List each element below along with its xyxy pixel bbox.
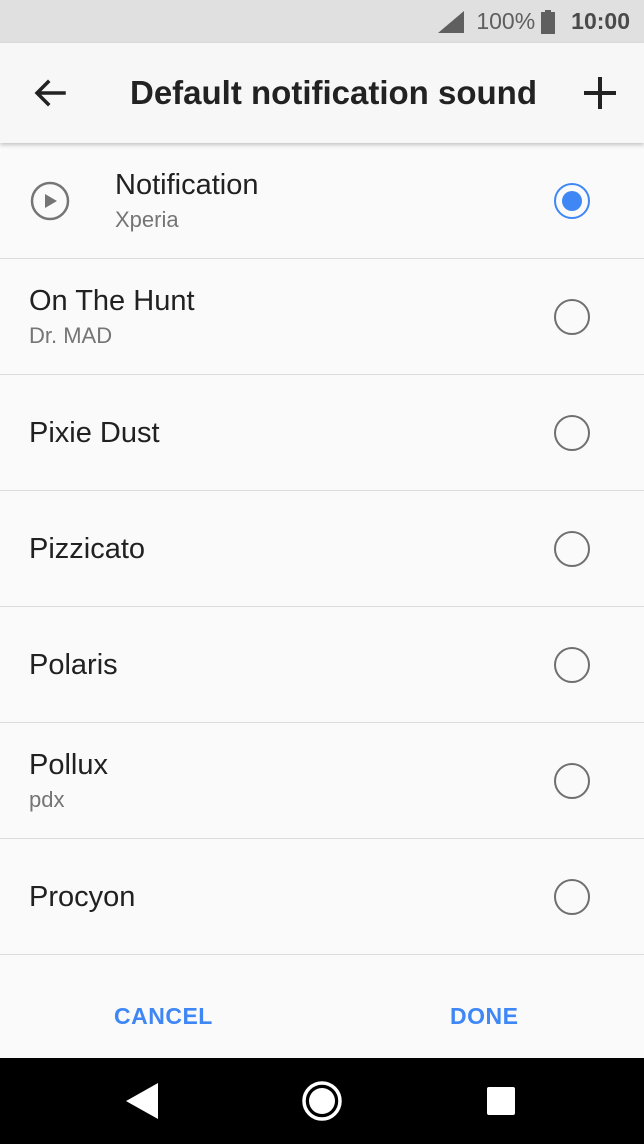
sound-subtitle: Dr. MAD (29, 322, 113, 348)
app-bar: Default notification sound (0, 43, 644, 143)
sound-item-polaris[interactable]: Polaris (0, 607, 644, 723)
add-sound-button[interactable] (556, 43, 644, 143)
clock: 10:00 (571, 8, 630, 34)
navigation-bar (0, 1058, 644, 1144)
arrow-left-icon (34, 79, 66, 107)
sound-name: Pollux (29, 748, 108, 781)
done-button[interactable]: DONE (450, 1003, 518, 1030)
sound-item-on-the-hunt[interactable]: On The Hunt Dr. MAD (0, 259, 644, 375)
plus-icon (584, 77, 616, 109)
radio-button[interactable] (554, 414, 590, 451)
sound-item-pizzicato[interactable]: Pizzicato (0, 491, 644, 607)
sound-item-pollux[interactable]: Pollux pdx (0, 723, 644, 839)
sound-subtitle: Xperia (115, 206, 179, 232)
radio-button[interactable] (554, 298, 590, 335)
sound-name: Pizzicato (29, 532, 146, 565)
sound-name: Procyon (29, 880, 136, 913)
dialog-actions: CANCEL DONE (0, 975, 644, 1058)
back-triangle-icon[interactable] (126, 1083, 158, 1119)
radio-button[interactable] (554, 878, 590, 915)
radio-button[interactable] (554, 762, 590, 799)
page-title: Default notification sound (130, 74, 537, 111)
home-circle-icon[interactable] (301, 1080, 343, 1122)
signal-icon (438, 10, 465, 33)
sound-name: On The Hunt (29, 284, 195, 317)
sound-subtitle: pdx (29, 786, 65, 812)
battery-icon (541, 9, 556, 34)
cancel-button[interactable]: CANCEL (114, 1003, 213, 1030)
sound-list: Notification Xperia On The Hunt Dr. MAD … (0, 143, 644, 955)
sound-item-notification[interactable]: Notification Xperia (0, 143, 644, 259)
radio-button[interactable] (554, 646, 590, 683)
back-button[interactable] (0, 43, 100, 143)
sound-name: Polaris (29, 648, 118, 681)
status-bar: 100% 10:00 (0, 0, 644, 43)
battery-percent: 100% (476, 8, 536, 34)
sound-item-procyon[interactable]: Procyon (0, 839, 644, 955)
play-icon[interactable] (30, 181, 70, 221)
sound-item-pixie-dust[interactable]: Pixie Dust (0, 375, 644, 491)
radio-button[interactable] (554, 530, 590, 567)
sound-name: Notification (115, 168, 259, 201)
recents-square-icon[interactable] (487, 1087, 515, 1115)
sound-name: Pixie Dust (29, 416, 160, 449)
radio-button-selected[interactable] (554, 182, 590, 219)
